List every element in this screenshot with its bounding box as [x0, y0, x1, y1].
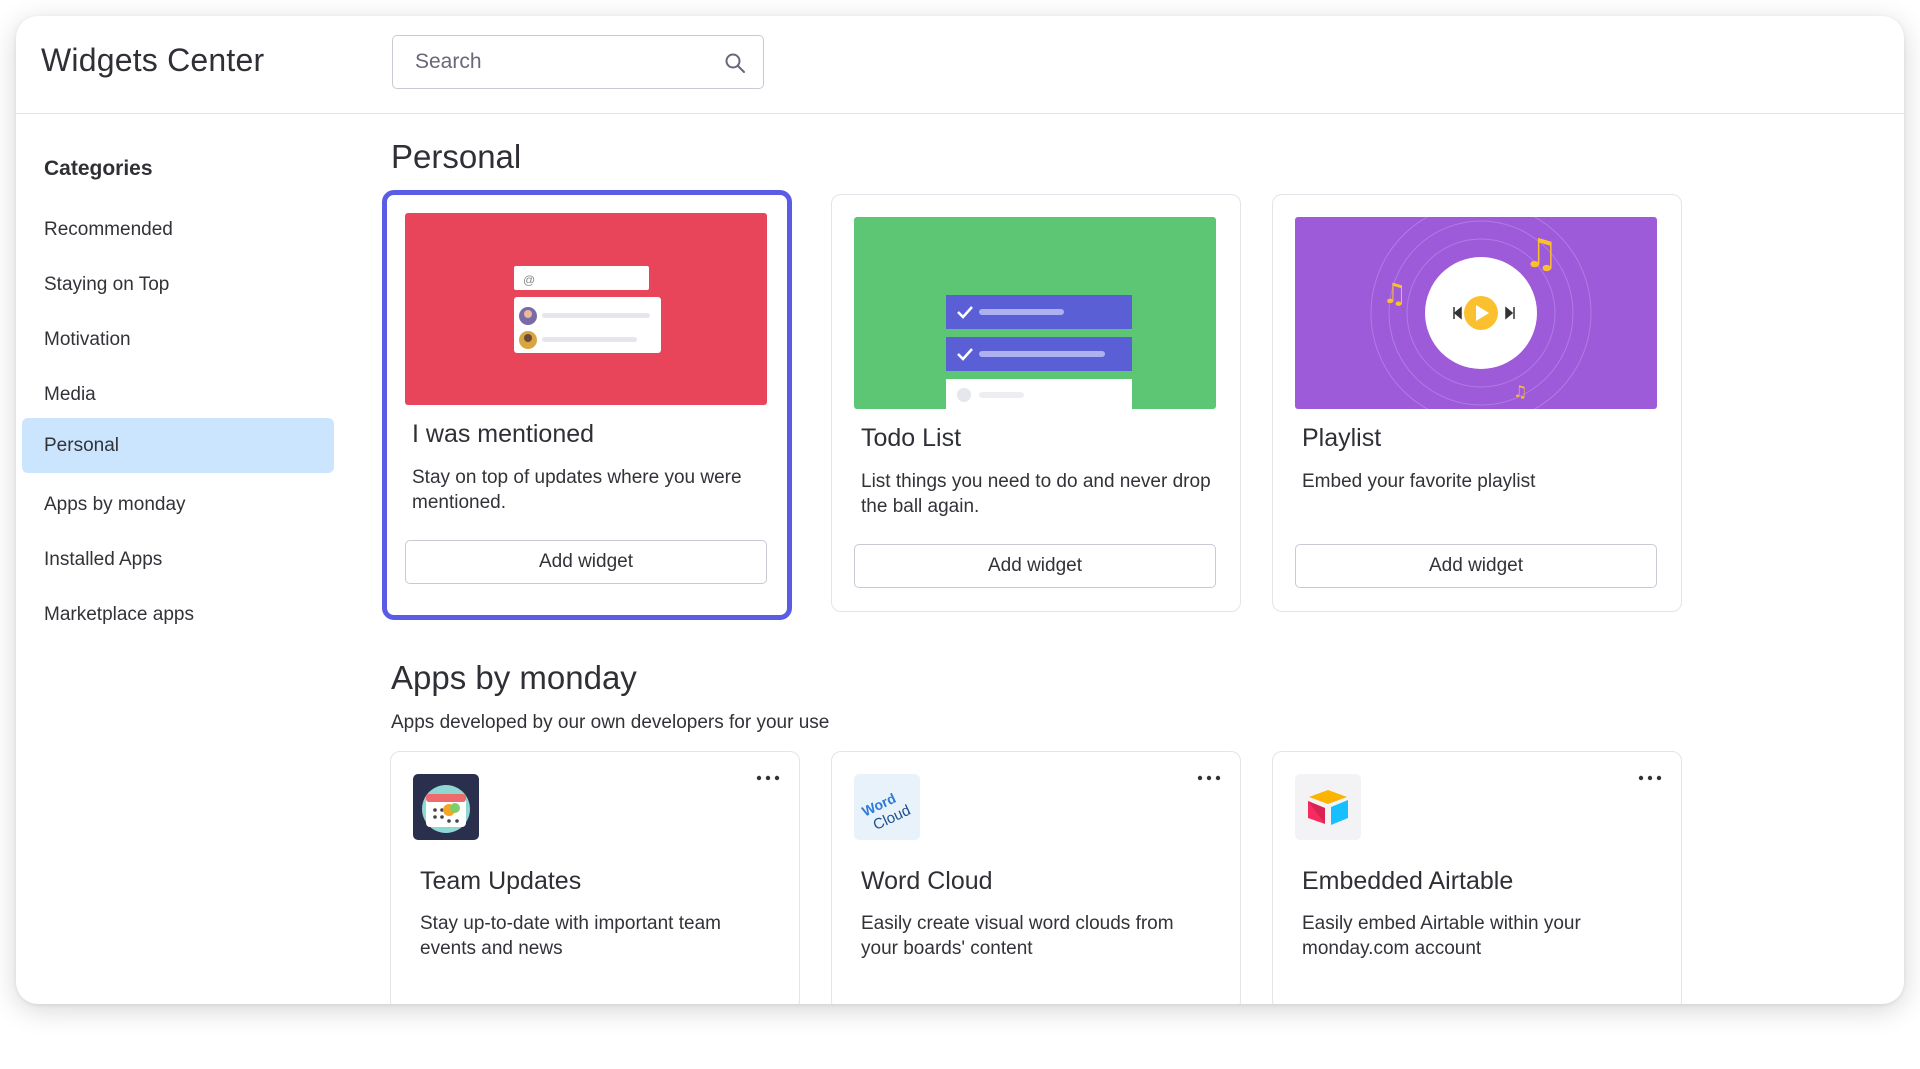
app-title: Embedded Airtable: [1302, 867, 1514, 895]
more-options-icon[interactable]: [753, 768, 783, 788]
app-description: Easily create visual word clouds from yo…: [861, 913, 1174, 959]
svg-text:♫: ♫: [1513, 382, 1527, 401]
card-title: I was mentioned: [412, 420, 595, 448]
mention-illustration: @: [405, 213, 767, 405]
app-title: Widgets Center: [41, 42, 265, 78]
airtable-icon: [1295, 774, 1361, 840]
sidebar-item-apps-by-monday[interactable]: Apps by monday: [22, 477, 334, 532]
app-card-word-cloud[interactable]: Word Cloud Word Cloud Easily create visu…: [831, 751, 1241, 1004]
widget-card-todo-list[interactable]: Todo List List things you need to do and…: [831, 194, 1241, 612]
more-options-icon[interactable]: [1194, 768, 1224, 788]
card-title: Todo List: [861, 424, 962, 452]
add-widget-button[interactable]: Add widget: [1295, 544, 1657, 588]
card-title: Playlist: [1302, 424, 1382, 452]
sidebar-item-installed-apps[interactable]: Installed Apps: [22, 532, 334, 587]
section-subtitle: Apps developed by our own developers for…: [391, 712, 830, 733]
categories-title: Categories: [44, 157, 153, 180]
todo-illustration: [854, 217, 1216, 409]
svg-text:♫: ♫: [1382, 277, 1407, 310]
playlist-illustration: ♫ ♫ ♫: [1295, 217, 1657, 409]
card-description: Embed your favorite playlist: [1302, 471, 1536, 492]
section-title-personal: Personal: [391, 138, 522, 175]
search-input[interactable]: [393, 49, 717, 75]
app-description: Easily embed Airtable within your monday…: [1302, 913, 1581, 959]
add-widget-button[interactable]: Add widget: [854, 544, 1216, 588]
sidebar-item-media[interactable]: Media: [22, 367, 334, 422]
section-title-apps-by-monday: Apps by monday: [391, 659, 637, 696]
calendar-chat-icon: [413, 774, 479, 840]
widget-card-playlist[interactable]: ♫ ♫ ♫ Playlist Embed your favorite playl…: [1272, 194, 1682, 612]
word-cloud-icon: Word Cloud: [854, 774, 920, 840]
app-title: Team Updates: [420, 867, 582, 895]
sidebar-item-recommended[interactable]: Recommended: [22, 202, 334, 257]
sidebar-item-marketplace-apps[interactable]: Marketplace apps: [22, 587, 334, 642]
app-description: Stay up-to-date with important team even…: [420, 913, 721, 959]
add-widget-button[interactable]: Add widget: [405, 540, 767, 584]
app-card-embedded-airtable[interactable]: Embedded Airtable Easily embed Airtable …: [1272, 751, 1682, 1004]
more-options-icon[interactable]: [1635, 768, 1665, 788]
sidebar-item-motivation[interactable]: Motivation: [22, 312, 334, 367]
svg-text:@: @: [523, 273, 535, 287]
svg-text:♫: ♫: [1523, 231, 1559, 277]
app-title: Word Cloud: [861, 867, 993, 895]
sidebar-item-staying-on-top[interactable]: Staying on Top: [22, 257, 334, 312]
card-description: List things you need to do and never dro…: [861, 471, 1211, 517]
sidebar-item-personal[interactable]: Personal: [22, 418, 334, 473]
widget-card-i-was-mentioned[interactable]: @ I was mentioned Stay on top of updates…: [382, 190, 792, 620]
header: Widgets Center: [16, 16, 1904, 114]
search-box[interactable]: [392, 35, 764, 89]
app-card-team-updates[interactable]: Team Updates Stay up-to-date with import…: [390, 751, 800, 1004]
search-icon[interactable]: [723, 51, 747, 75]
card-description: Stay on top of updates where you were me…: [412, 467, 742, 513]
widgets-center-window: Widgets Center Categories Recommended St…: [16, 16, 1904, 1004]
